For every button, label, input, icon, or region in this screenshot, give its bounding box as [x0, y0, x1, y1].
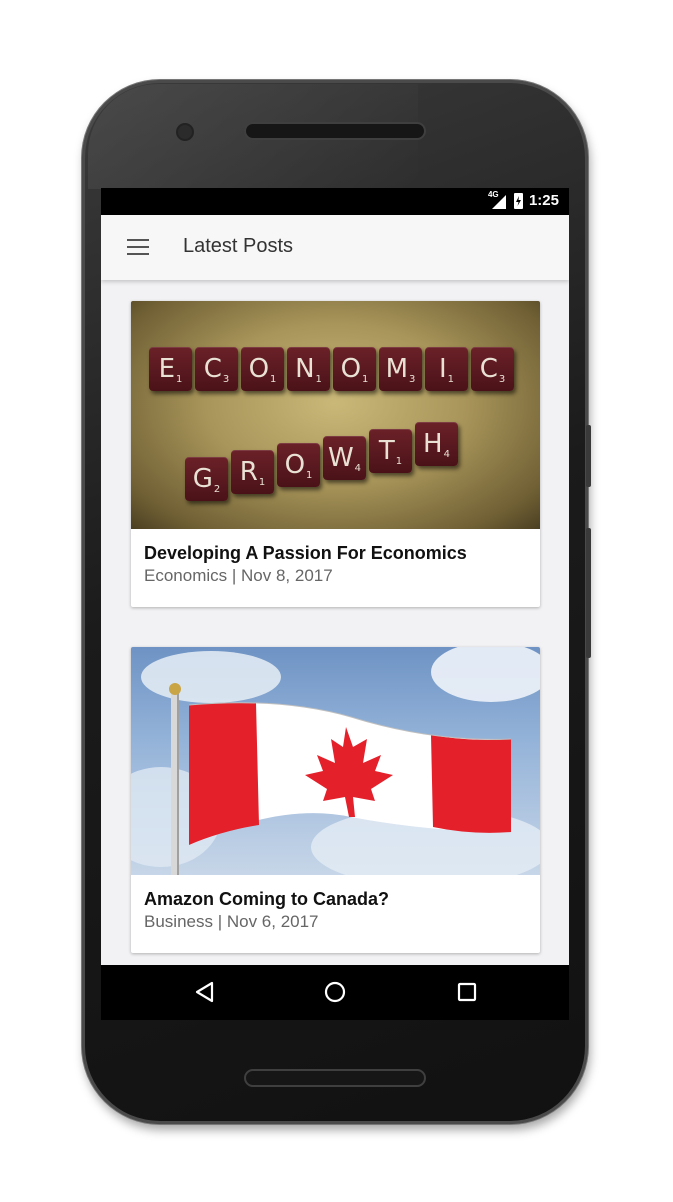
- signal-icon: 4G: [488, 190, 508, 209]
- navigation-bar: [101, 965, 569, 1020]
- post-card-amazon-canada[interactable]: Amazon Coming to Canada? Business | Nov …: [131, 647, 540, 953]
- status-icons: 4G 1:25: [488, 190, 559, 210]
- scrabble-tile: T1: [369, 429, 412, 473]
- scrabble-tile: R1: [231, 450, 274, 494]
- scrabble-tile: I1: [425, 347, 468, 391]
- scrabble-tile: E1: [149, 347, 192, 391]
- screen: 4G 1:25 Latest Posts E1C3O1N1O1M3I1C3 G2…: [101, 188, 569, 1020]
- scrabble-tile: C3: [195, 347, 238, 391]
- scrabble-tile: W4: [323, 436, 366, 480]
- volume-button[interactable]: [586, 528, 591, 658]
- home-circle-icon[interactable]: [322, 979, 348, 1005]
- battery-icon: [513, 192, 523, 209]
- post-image-canada-flag: [131, 647, 540, 875]
- post-title: Developing A Passion For Economics: [144, 543, 467, 563]
- bottom-speaker: [244, 1069, 426, 1087]
- scrabble-tile: H4: [415, 422, 458, 466]
- scrabble-tile: M3: [379, 347, 422, 391]
- clock: 1:25: [528, 192, 559, 209]
- back-triangle-icon[interactable]: [192, 979, 218, 1005]
- recents-square-icon[interactable]: [454, 979, 480, 1005]
- front-camera: [178, 125, 192, 139]
- post-title: Amazon Coming to Canada?: [144, 889, 390, 909]
- post-meta: Business | Nov 6, 2017: [144, 912, 319, 931]
- power-button[interactable]: [586, 425, 591, 487]
- post-meta: Economics | Nov 8, 2017: [144, 566, 333, 585]
- post-image-economic-growth: E1C3O1N1O1M3I1C3 G2R1O1W4T1H4: [131, 301, 540, 529]
- scrabble-tile: G2: [185, 457, 228, 501]
- scrabble-tile: C3: [471, 347, 514, 391]
- scrabble-tile: O1: [241, 347, 284, 391]
- hamburger-menu-icon[interactable]: [127, 239, 149, 255]
- scrabble-tile: O1: [333, 347, 376, 391]
- scrabble-tile: N1: [287, 347, 330, 391]
- top-speaker: [244, 122, 426, 140]
- scrabble-tile: O1: [277, 443, 320, 487]
- status-bar: 4G 1:25: [101, 188, 569, 215]
- post-card-economics[interactable]: E1C3O1N1O1M3I1C3 G2R1O1W4T1H4 Developing…: [131, 301, 540, 607]
- app-bar: Latest Posts: [101, 215, 569, 280]
- page-title: Latest Posts: [183, 235, 294, 257]
